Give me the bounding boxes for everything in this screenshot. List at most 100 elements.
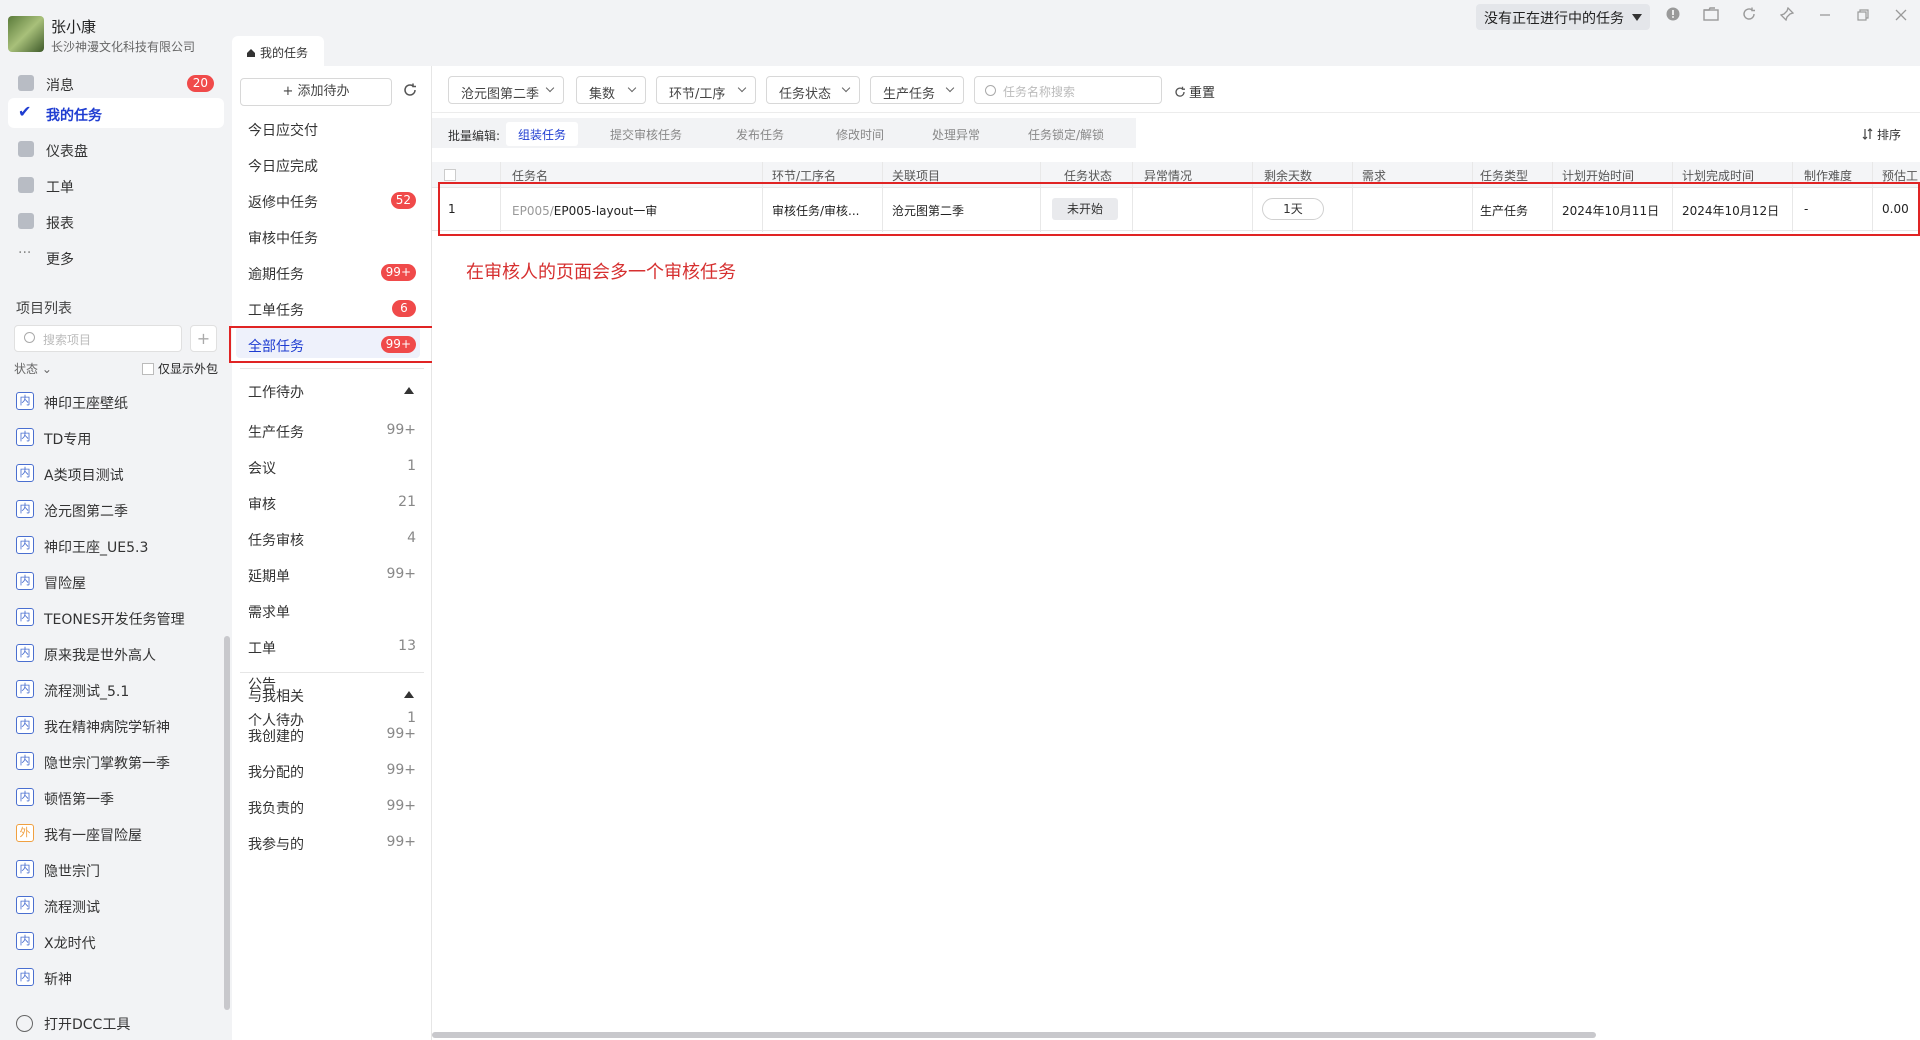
add-todo-button[interactable]: + 添加待办 bbox=[240, 78, 392, 106]
horizontal-scrollbar[interactable] bbox=[432, 1032, 1596, 1038]
project-filter[interactable]: 沧元图第二季 bbox=[448, 76, 564, 104]
sidebar: 消息 20 ✔ 我的任务 仪表盘 工单 报表 ··· 更多 项目列表 搜索项目 … bbox=[0, 66, 232, 1040]
only-external-checkbox[interactable]: 仅显示外包 bbox=[142, 360, 218, 377]
todo-item-label: 审核 bbox=[248, 497, 276, 513]
batch-button[interactable]: 发布任务 bbox=[724, 122, 796, 146]
project-item[interactable]: 内冒险屋 bbox=[16, 571, 86, 595]
refresh-icon[interactable] bbox=[1738, 6, 1760, 28]
workorder-icon bbox=[18, 177, 34, 193]
project-item[interactable]: 内沧元图第二季 bbox=[16, 499, 128, 523]
project-item[interactable]: 外我有一座冒险屋 bbox=[16, 823, 142, 847]
current-task-text: 没有正在进行中的任务 bbox=[1484, 11, 1624, 27]
task-type-filter[interactable]: 生产任务 bbox=[870, 76, 964, 104]
project-item[interactable]: 内 TEONES开发任务管理 bbox=[16, 607, 185, 631]
add-project-button[interactable]: + bbox=[190, 325, 217, 352]
reset-button[interactable]: 重置 bbox=[1174, 82, 1215, 101]
batch-button[interactable]: 组装任务 bbox=[506, 122, 579, 146]
project-name: 隐世宗门掌教第一季 bbox=[44, 756, 170, 772]
project-item[interactable]: 内神印王座_UE5.3 bbox=[16, 535, 148, 559]
status-filter[interactable]: 任务状态 bbox=[766, 76, 860, 104]
project-item[interactable]: 内顿悟第一季 bbox=[16, 787, 114, 811]
project-item[interactable]: 内隐世宗门 bbox=[16, 859, 100, 883]
todo-item[interactable]: 我创建的 99+ bbox=[248, 726, 424, 746]
batch-button[interactable]: 任务锁定/解锁 bbox=[1016, 122, 1116, 146]
todo-item[interactable]: 今日应交付 bbox=[248, 120, 424, 140]
project-search-input[interactable]: 搜索项目 bbox=[14, 325, 182, 352]
nav-my-tasks[interactable]: ✔ 我的任务 bbox=[8, 98, 224, 128]
caret-down-icon bbox=[1632, 14, 1642, 21]
task-search-input[interactable]: 任务名称搜索 bbox=[974, 76, 1162, 104]
count-text: 99+ bbox=[386, 762, 416, 778]
restore-icon[interactable] bbox=[1852, 6, 1874, 28]
nav-reports[interactable]: 报表 bbox=[8, 206, 224, 236]
project-item[interactable]: 内原来我是世外高人 bbox=[16, 643, 156, 667]
refresh-icon[interactable] bbox=[402, 82, 422, 102]
todo-item[interactable]: 生产任务 99+ bbox=[248, 422, 424, 442]
project-name: 我有一座冒险屋 bbox=[44, 828, 142, 844]
project-item[interactable]: 内我在精神病院学斩神 bbox=[16, 715, 170, 739]
current-task-dropdown[interactable]: 没有正在进行中的任务 bbox=[1476, 4, 1650, 30]
project-item[interactable]: 内 TD专用 bbox=[16, 427, 91, 451]
close-icon[interactable] bbox=[1890, 6, 1912, 28]
nav-dashboard[interactable]: 仪表盘 bbox=[8, 134, 224, 164]
todo-item-label: 需求单 bbox=[248, 605, 290, 621]
internal-tag-icon: 内 bbox=[16, 680, 34, 698]
todo-item[interactable]: 返修中任务 52 bbox=[248, 192, 424, 212]
chevron-down-icon: ⌄ bbox=[41, 362, 52, 376]
project-name: 流程测试 bbox=[44, 900, 100, 916]
select-all-checkbox[interactable] bbox=[444, 169, 456, 181]
batch-button[interactable]: 提交审核任务 bbox=[598, 122, 694, 146]
count-text: 1 bbox=[407, 710, 416, 726]
open-dcc-tool-button[interactable]: 打开DCC工具 bbox=[16, 1014, 130, 1034]
sidebar-scrollbar[interactable] bbox=[224, 636, 230, 1010]
todo-item[interactable]: 我参与的 99+ bbox=[248, 834, 424, 854]
todo-item[interactable]: 会议 1 bbox=[248, 458, 424, 478]
project-item[interactable]: 内流程测试 bbox=[16, 895, 100, 919]
todo-item[interactable]: 审核 21 bbox=[248, 494, 424, 514]
count-badge: 52 bbox=[390, 192, 416, 209]
project-item[interactable]: 内神印王座壁纸 bbox=[16, 391, 128, 415]
nav-label: 更多 bbox=[46, 252, 74, 268]
folder-icon[interactable] bbox=[1700, 6, 1722, 28]
step-filter[interactable]: 环节/工序 bbox=[656, 76, 756, 104]
internal-tag-icon: 内 bbox=[16, 788, 34, 806]
related-section-header[interactable]: 与我相关 bbox=[248, 686, 424, 706]
avatar[interactable] bbox=[8, 16, 44, 52]
project-item[interactable]: 内 A类项目测试 bbox=[16, 463, 124, 487]
status-filter-label: 状态 bbox=[14, 362, 39, 376]
todo-item-label: 工单任务 bbox=[248, 303, 304, 319]
status-filter[interactable]: 状态 ⌄ bbox=[14, 360, 52, 377]
todo-item[interactable]: 今日应完成 bbox=[248, 156, 424, 176]
todo-item[interactable]: 需求单 bbox=[248, 602, 424, 622]
todo-item[interactable]: 逾期任务 99+ bbox=[248, 264, 424, 284]
todo-item[interactable]: 我负责的 99+ bbox=[248, 798, 424, 818]
todo-item[interactable]: 我分配的 99+ bbox=[248, 762, 424, 782]
work-section-header[interactable]: 工作待办 bbox=[248, 382, 424, 402]
nav-more[interactable]: ··· 更多 bbox=[8, 242, 224, 272]
sort-icon bbox=[1862, 128, 1873, 140]
todo-item[interactable]: 任务审核 4 bbox=[248, 530, 424, 550]
project-item[interactable]: 内流程测试_5.1 bbox=[16, 679, 129, 703]
todo-item[interactable]: 延期单 99+ bbox=[248, 566, 424, 586]
project-item[interactable]: 内斩神 bbox=[16, 967, 72, 991]
project-item[interactable]: 内 X龙时代 bbox=[16, 931, 96, 955]
project-item[interactable]: 内隐世宗门掌教第一季 bbox=[16, 751, 170, 775]
episode-filter[interactable]: 集数 bbox=[576, 76, 646, 104]
nav-messages[interactable]: 消息 20 bbox=[8, 68, 224, 98]
todo-item[interactable]: 工单 13 bbox=[248, 638, 424, 658]
info-icon[interactable] bbox=[1662, 6, 1684, 28]
batch-button[interactable]: 修改时间 bbox=[824, 122, 896, 146]
minimize-icon[interactable] bbox=[1814, 6, 1836, 28]
todo-item[interactable]: 工单任务 6 bbox=[248, 300, 424, 320]
todo-panel: + 添加待办 今日应交付今日应完成返修中任务 52 审核中任务逾期任务 99+ 工单任务… bbox=[232, 66, 432, 1040]
internal-tag-icon: 内 bbox=[16, 500, 34, 518]
sort-button[interactable]: 排序 bbox=[1862, 126, 1901, 143]
pin-icon[interactable] bbox=[1776, 6, 1798, 28]
tab-my-tasks[interactable]: 我的任务 bbox=[232, 36, 324, 66]
todo-item[interactable]: 审核中任务 bbox=[248, 228, 424, 248]
divider bbox=[240, 672, 424, 673]
project-name: 冒险屋 bbox=[44, 576, 86, 592]
internal-tag-icon: 内 bbox=[16, 536, 34, 554]
batch-button[interactable]: 处理异常 bbox=[920, 122, 992, 146]
nav-workorder[interactable]: 工单 bbox=[8, 170, 224, 200]
